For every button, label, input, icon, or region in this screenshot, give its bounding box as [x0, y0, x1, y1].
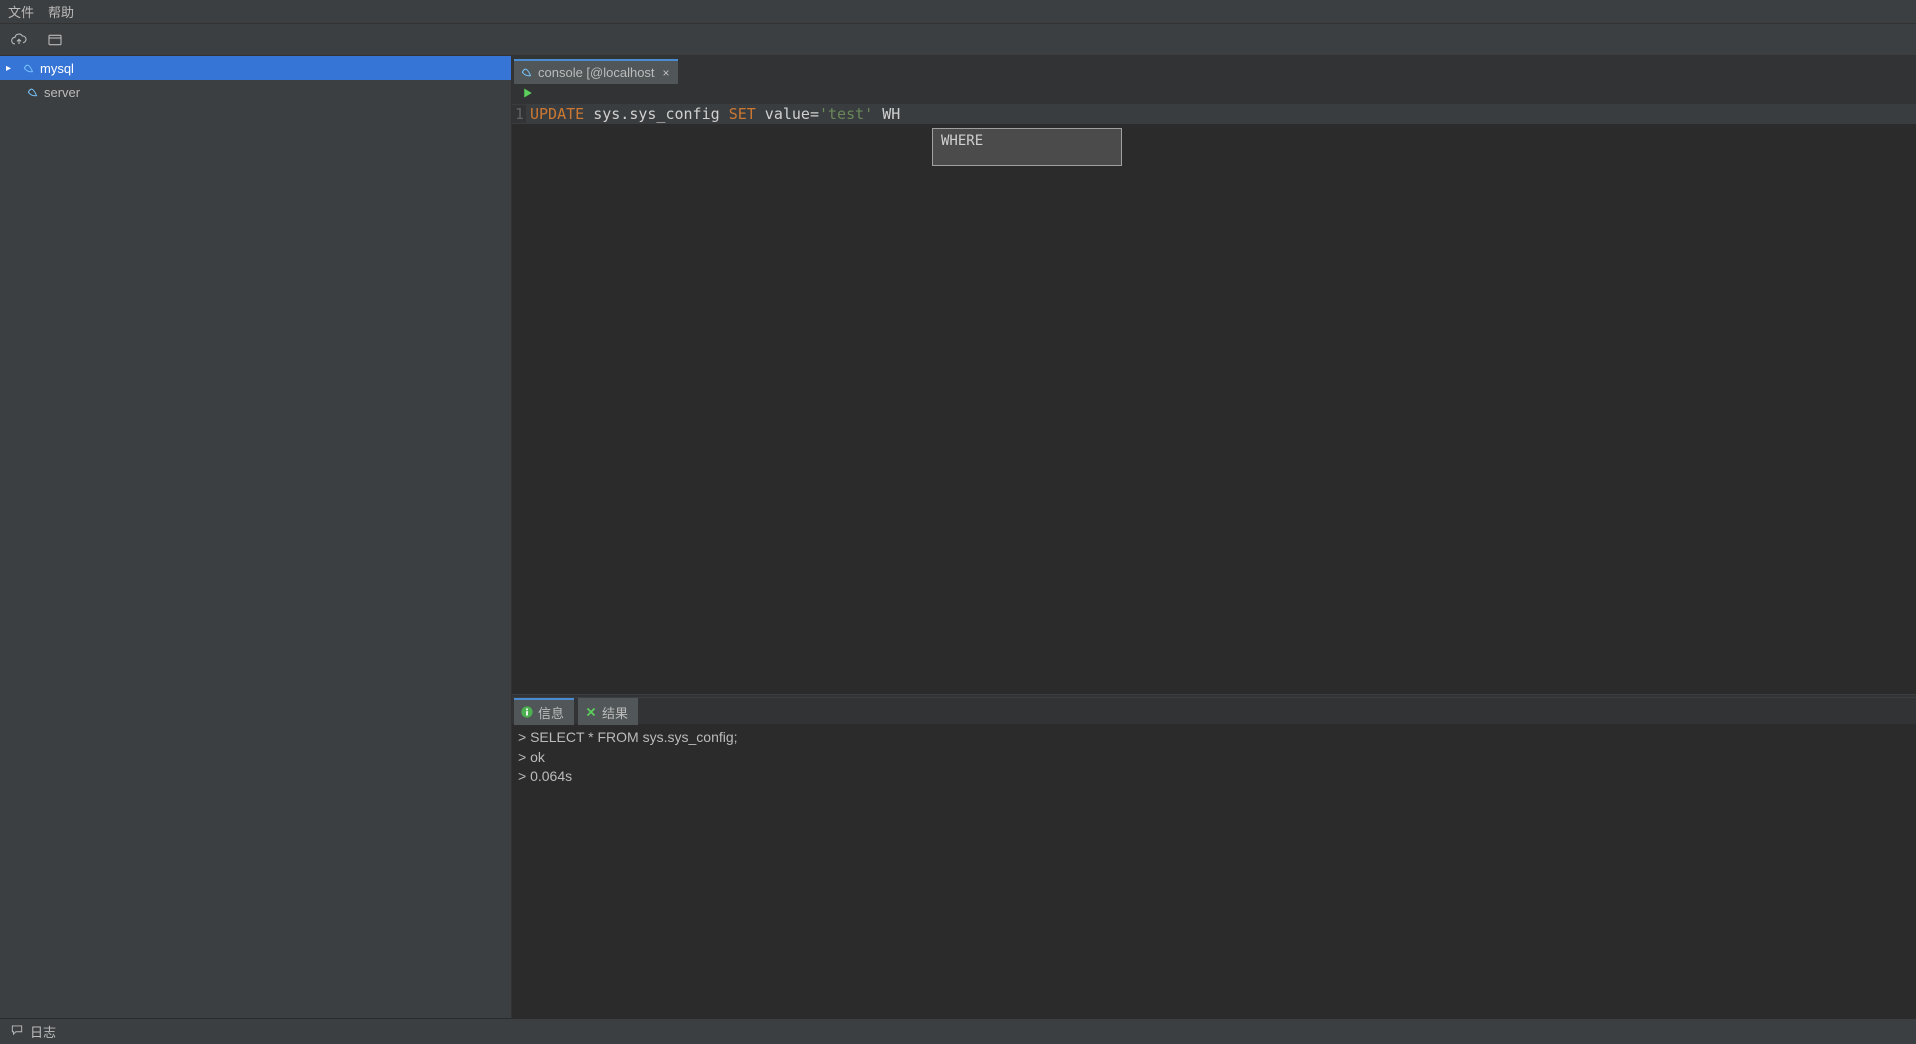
tab-label: 信息 [538, 703, 564, 722]
tab-label: 结果 [602, 703, 628, 722]
code-line[interactable]: UPDATE sys.sys_config SET value='test' W… [526, 105, 900, 123]
chat-icon[interactable] [10, 1023, 24, 1040]
line-number: 1 [512, 105, 526, 123]
database-icon [22, 60, 36, 77]
editor-tabbar: console [@localhost × [512, 56, 1916, 84]
result-tabbar: 信息 结果 [512, 698, 1916, 724]
output-line: > 0.064s [518, 767, 1910, 787]
caret-right-icon: ▸ [6, 63, 18, 74]
tab-console[interactable]: console [@localhost × [514, 59, 678, 84]
tree-item-label: server [44, 85, 80, 100]
output-line: > SELECT * FROM sys.sys_config; [518, 728, 1910, 748]
tree-item-server[interactable]: server [0, 80, 511, 104]
menubar: 文件 帮助 [0, 0, 1916, 24]
cloud-upload-icon[interactable] [10, 31, 28, 49]
tab-label: console [@localhost [538, 65, 655, 80]
sql-editor[interactable]: 1 UPDATE sys.sys_config SET value='test'… [512, 104, 1916, 694]
run-button[interactable] [522, 87, 534, 102]
tab-result[interactable]: 结果 [578, 698, 638, 725]
close-icon[interactable]: × [663, 66, 670, 80]
results-output: > SELECT * FROM sys.sys_config; > ok > 0… [512, 724, 1916, 791]
error-icon [584, 705, 598, 719]
menu-file[interactable]: 文件 [8, 2, 34, 21]
database-tree-panel: ▸ mysql server [0, 56, 512, 1018]
menu-help[interactable]: 帮助 [48, 2, 74, 21]
autocomplete-item[interactable]: WHERE [933, 131, 1121, 151]
results-panel: 信息 结果 > SELECT * FROM sys.sys_config; > … [512, 698, 1916, 1018]
database-icon [26, 84, 40, 101]
database-icon [520, 64, 534, 81]
main-toolbar [0, 24, 1916, 56]
console-window-icon[interactable] [46, 31, 64, 49]
autocomplete-popup[interactable]: WHERE [932, 128, 1122, 166]
status-log-button[interactable]: 日志 [30, 1022, 56, 1041]
output-line: > ok [518, 748, 1910, 768]
tree-item-label: mysql [40, 61, 74, 76]
tree-item-mysql[interactable]: ▸ mysql [0, 56, 511, 80]
editor-toolbar [512, 84, 1916, 104]
statusbar: 日志 [0, 1018, 1916, 1044]
info-icon [520, 705, 534, 719]
tab-info[interactable]: 信息 [514, 698, 574, 725]
